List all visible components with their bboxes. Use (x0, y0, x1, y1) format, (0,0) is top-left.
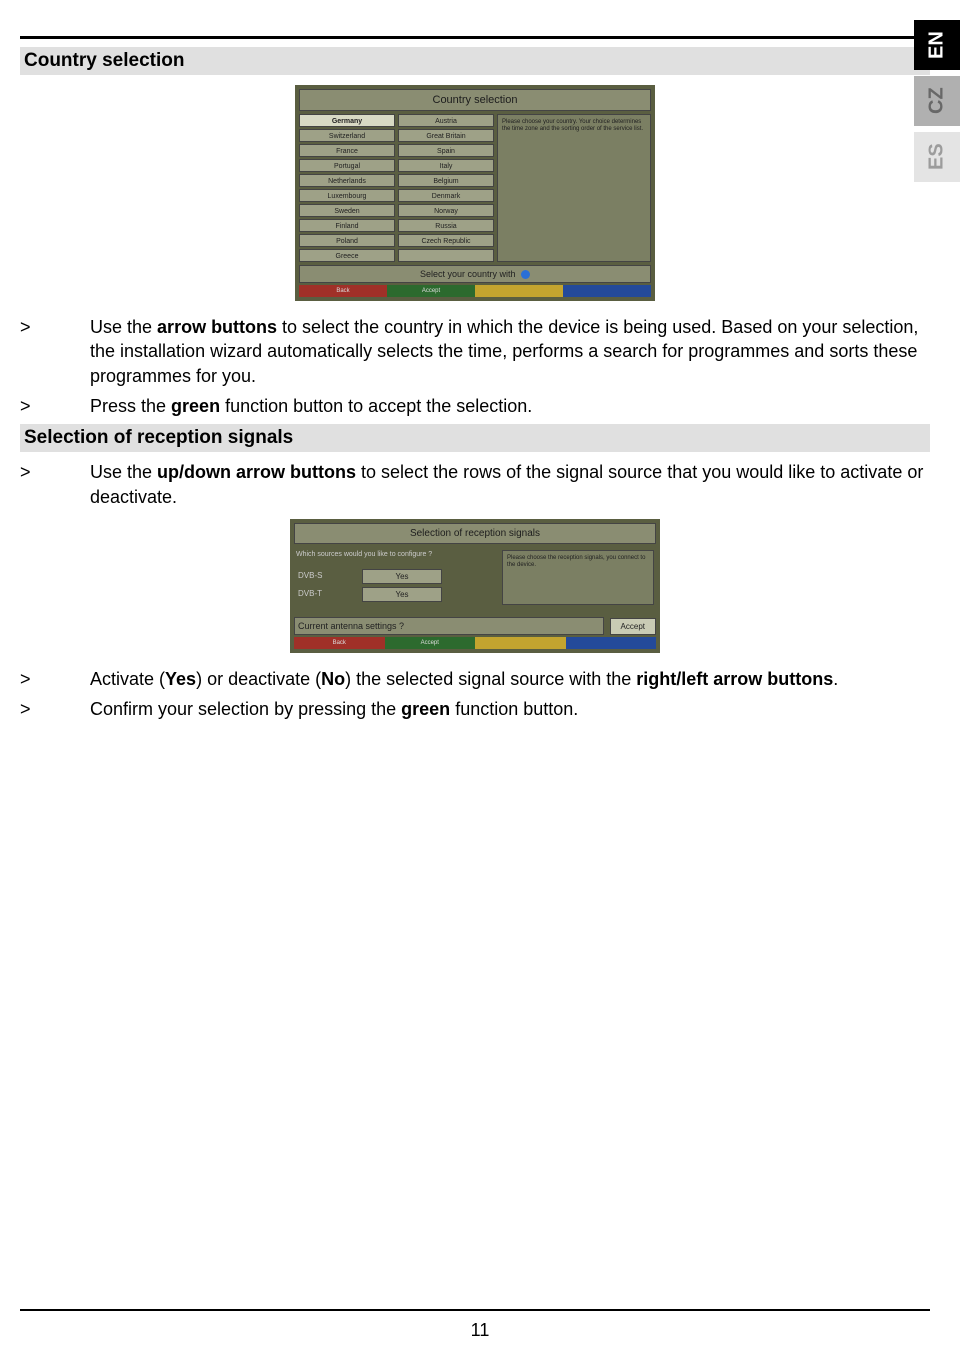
colorbar-red: Back (294, 637, 385, 649)
lang-tab-en[interactable]: EN (914, 20, 960, 70)
country-cell: Austria (398, 114, 494, 127)
color-bar: Back Accept (294, 637, 656, 649)
instruction-text: Press the green function button to accep… (90, 394, 930, 418)
country-cell: Portugal (299, 159, 395, 172)
country-cell: Denmark (398, 189, 494, 202)
screenshot1-hint: Please choose your country. Your choice … (497, 114, 651, 262)
screenshot1-col2: Austria Great Britain Spain Italy Belgiu… (398, 114, 494, 262)
colorbar-yellow (475, 285, 563, 297)
lang-tab-cz[interactable]: CZ (914, 76, 960, 126)
country-cell: Luxembourg (299, 189, 395, 202)
signal-label: DVB-S (296, 569, 356, 584)
colorbar-green: Accept (387, 285, 475, 297)
colorbar-blue (563, 285, 651, 297)
section-heading-country: Country selection (20, 47, 930, 75)
screenshot1-col1: Germany Switzerland France Portugal Neth… (299, 114, 395, 262)
top-horizontal-rule (20, 36, 930, 39)
bottom-horizontal-rule (20, 1309, 930, 1311)
country-cell: Poland (299, 234, 395, 247)
country-cell: Czech Republic (398, 234, 494, 247)
instruction-text: Use the up/down arrow buttons to select … (90, 460, 930, 509)
signal-label: DVB-T (296, 587, 356, 602)
screenshot2-title: Selection of reception signals (294, 523, 656, 544)
bullet-marker: > (20, 315, 90, 388)
screenshot-reception-signals: Selection of reception signals Which sou… (290, 519, 660, 653)
section-heading-reception: Selection of reception signals (20, 424, 930, 452)
bullet-marker: > (20, 667, 90, 691)
colorbar-blue (566, 637, 657, 649)
country-cell: Norway (398, 204, 494, 217)
colorbar-yellow (475, 637, 566, 649)
lang-tab-es[interactable]: ES (914, 132, 960, 182)
bullet-marker: > (20, 460, 90, 509)
instruction-row: >Use the arrow buttons to select the cou… (20, 315, 930, 388)
screenshot1-title: Country selection (299, 89, 651, 111)
signal-row: DVB-S Yes (296, 569, 496, 584)
screenshot1-footer-text: Select your country with (420, 269, 516, 279)
screenshot2-question: Which sources would you like to configur… (296, 550, 496, 559)
screenshot1-footer: Select your country with (299, 265, 651, 283)
country-cell: Spain (398, 144, 494, 157)
instruction-row: >Press the green function button to acce… (20, 394, 930, 418)
instruction-text: Confirm your selection by pressing the g… (90, 697, 930, 721)
country-cell: Sweden (299, 204, 395, 217)
screenshot-country-selection: Country selection Germany Switzerland Fr… (295, 85, 655, 301)
screenshot2-accept-button: Accept (610, 618, 656, 635)
instruction-text: Activate (Yes) or deactivate (No) the se… (90, 667, 930, 691)
instruction-text: Use the arrow buttons to select the coun… (90, 315, 930, 388)
country-cell: Russia (398, 219, 494, 232)
country-cell: Great Britain (398, 129, 494, 142)
country-cell: Germany (299, 114, 395, 127)
blue-dot-icon (521, 270, 530, 279)
instruction-row: >Use the up/down arrow buttons to select… (20, 460, 930, 509)
colorbar-green: Accept (385, 637, 476, 649)
country-cell: Netherlands (299, 174, 395, 187)
instruction-row: >Confirm your selection by pressing the … (20, 697, 930, 721)
bullet-marker: > (20, 394, 90, 418)
signal-row: DVB-T Yes (296, 587, 496, 602)
country-cell: Finland (299, 219, 395, 232)
country-cell: France (299, 144, 395, 157)
screenshot2-footer-text: Current antenna settings ? (294, 617, 604, 635)
language-tabs: EN CZ ES (914, 20, 960, 188)
signal-value: Yes (362, 569, 442, 584)
signal-value: Yes (362, 587, 442, 602)
page-number: 11 (0, 1320, 960, 1341)
instruction-row: >Activate (Yes) or deactivate (No) the s… (20, 667, 930, 691)
bullet-marker: > (20, 697, 90, 721)
color-bar: Back Accept (299, 285, 651, 297)
colorbar-red: Back (299, 285, 387, 297)
country-cell: Italy (398, 159, 494, 172)
screenshot2-hint: Please choose the reception signals, you… (502, 550, 654, 605)
country-cell (398, 249, 494, 262)
country-cell: Greece (299, 249, 395, 262)
country-cell: Switzerland (299, 129, 395, 142)
country-cell: Belgium (398, 174, 494, 187)
